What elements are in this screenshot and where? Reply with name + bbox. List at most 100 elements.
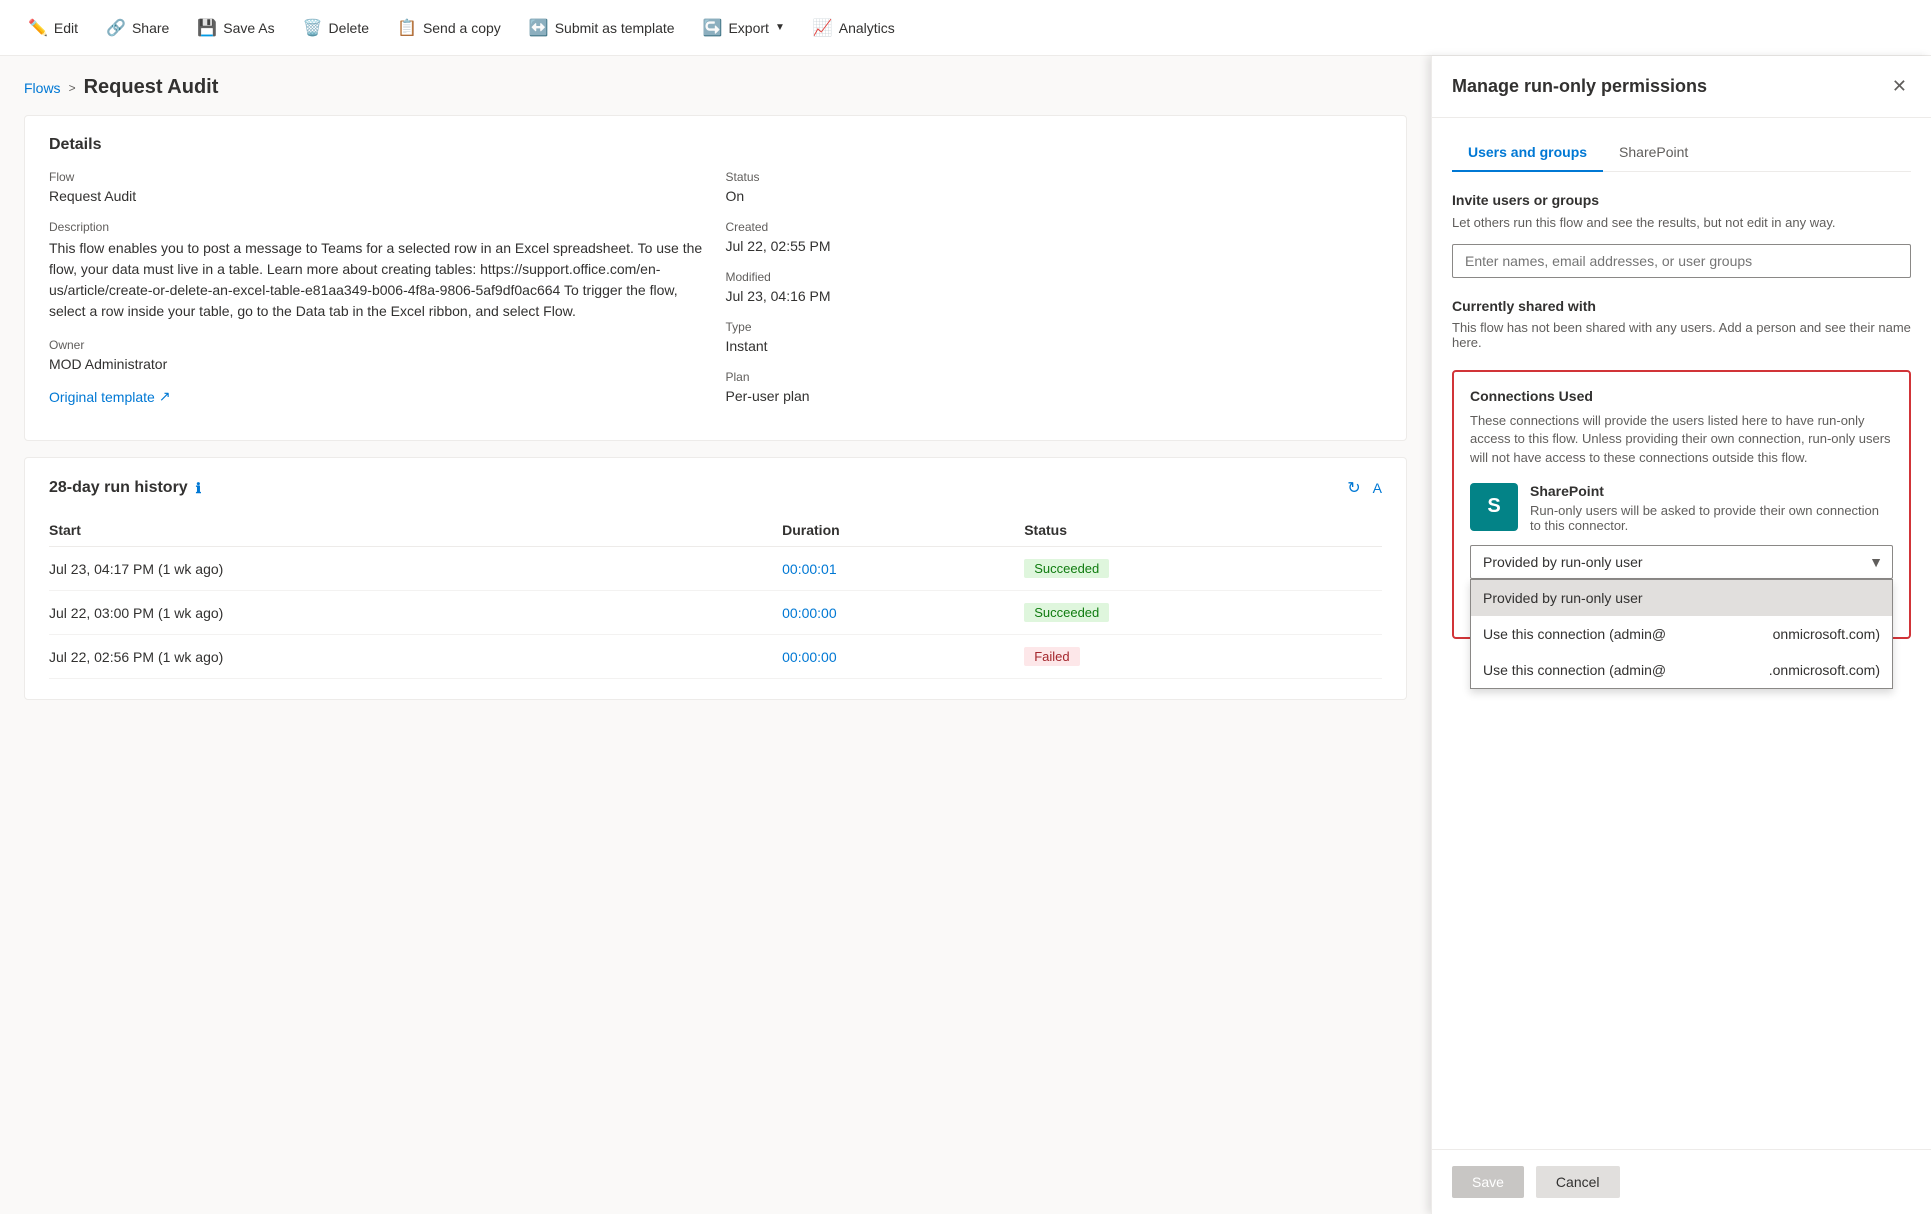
dropdown-option-admin1-right: onmicrosoft.com) xyxy=(1773,626,1880,642)
run-start: Jul 23, 04:17 PM (1 wk ago) xyxy=(49,547,782,591)
currently-shared-desc: This flow has not been shared with any u… xyxy=(1452,320,1911,350)
original-template-section: Original template ↗ xyxy=(49,388,706,405)
edit-icon: ✏️ xyxy=(28,18,48,38)
description-field: Description This flow enables you to pos… xyxy=(49,220,706,322)
modified-label: Modified xyxy=(726,270,1383,284)
status-badge: Failed xyxy=(1024,647,1079,666)
analytics-icon: 📈 xyxy=(813,18,833,38)
main-layout: Flows > Request Audit Details Flow Reque… xyxy=(0,56,1931,1214)
run-duration: 00:00:00 xyxy=(782,635,1024,679)
created-value: Jul 22, 02:55 PM xyxy=(726,238,1383,254)
delete-icon: 🗑️ xyxy=(303,18,323,38)
detail-left-col: Flow Request Audit Description This flow… xyxy=(49,170,706,420)
connection-dropdown[interactable]: Provided by run-only user Use this conne… xyxy=(1470,545,1893,579)
owner-value: MOD Administrator xyxy=(49,356,706,372)
run-history-title: 28-day run history ℹ xyxy=(49,479,201,497)
panel-body: Users and groups SharePoint Invite users… xyxy=(1432,118,1931,1149)
description-label: Description xyxy=(49,220,706,234)
edit-button[interactable]: ✏️ Edit xyxy=(16,10,90,46)
connection-info: SharePoint Run-only users will be asked … xyxy=(1530,483,1893,533)
plan-field: Plan Per-user plan xyxy=(726,370,1383,404)
connection-dropdown-wrap: Provided by run-only user Use this conne… xyxy=(1470,545,1893,579)
connection-name: SharePoint xyxy=(1530,483,1893,499)
table-row[interactable]: Jul 22, 03:00 PM (1 wk ago) 00:00:00 Suc… xyxy=(49,591,1382,635)
created-field: Created Jul 22, 02:55 PM xyxy=(726,220,1383,254)
panel-footer: Save Cancel xyxy=(1432,1149,1931,1214)
description-value: This flow enables you to post a message … xyxy=(49,238,706,322)
analytics-button[interactable]: 📈 Analytics xyxy=(801,10,907,46)
col-status: Status xyxy=(1024,514,1382,547)
status-field: Status On xyxy=(726,170,1383,204)
all-runs-label[interactable]: A xyxy=(1373,480,1382,496)
delete-button[interactable]: 🗑️ Delete xyxy=(291,10,381,46)
run-duration: 00:00:01 xyxy=(782,547,1024,591)
plan-label: Plan xyxy=(726,370,1383,384)
detail-right-col: Status On Created Jul 22, 02:55 PM Modif… xyxy=(726,170,1383,420)
invite-section-desc: Let others run this flow and see the res… xyxy=(1452,214,1911,232)
dropdown-option-admin1[interactable]: Use this connection (admin@ onmicrosoft.… xyxy=(1471,616,1892,652)
send-copy-button[interactable]: 📋 Send a copy xyxy=(385,10,513,46)
flow-value: Request Audit xyxy=(49,188,706,204)
table-row[interactable]: Jul 23, 04:17 PM (1 wk ago) 00:00:01 Suc… xyxy=(49,547,1382,591)
run-duration: 00:00:00 xyxy=(782,591,1024,635)
refresh-icon[interactable]: ↻ xyxy=(1347,478,1360,498)
plan-value: Per-user plan xyxy=(726,388,1383,404)
send-copy-icon: 📋 xyxy=(397,18,417,38)
type-value: Instant xyxy=(726,338,1383,354)
dropdown-option-admin2-left: Use this connection (admin@ xyxy=(1483,662,1666,678)
currently-shared-title: Currently shared with xyxy=(1452,298,1911,314)
connections-title: Connections Used xyxy=(1470,388,1893,404)
run-status: Succeeded xyxy=(1024,547,1382,591)
details-grid: Flow Request Audit Description This flow… xyxy=(49,170,1382,420)
panel-title: Manage run-only permissions xyxy=(1452,76,1707,97)
owner-field: Owner MOD Administrator xyxy=(49,338,706,372)
dropdown-option-admin2-right: .onmicrosoft.com) xyxy=(1769,662,1880,678)
page-title: Request Audit xyxy=(84,76,219,99)
breadcrumb: Flows > Request Audit xyxy=(24,76,1407,99)
sharepoint-icon: S xyxy=(1470,483,1518,531)
invite-section-title: Invite users or groups xyxy=(1452,192,1911,208)
type-label: Type xyxy=(726,320,1383,334)
save-as-icon: 💾 xyxy=(197,18,217,38)
cancel-button[interactable]: Cancel xyxy=(1536,1166,1620,1198)
run-history-actions: ↻ A xyxy=(1347,478,1382,498)
tab-sharepoint[interactable]: SharePoint xyxy=(1603,134,1704,172)
invite-input[interactable] xyxy=(1452,244,1911,278)
save-as-button[interactable]: 💾 Save As xyxy=(185,10,286,46)
right-panel: Manage run-only permissions ✕ Users and … xyxy=(1431,56,1931,1214)
connections-desc: These connections will provide the users… xyxy=(1470,412,1893,467)
external-link-icon: ↗ xyxy=(159,388,171,405)
breadcrumb-flows-link[interactable]: Flows xyxy=(24,80,61,96)
share-button[interactable]: 🔗 Share xyxy=(94,10,181,46)
info-icon[interactable]: ℹ xyxy=(196,480,201,497)
flow-label: Flow xyxy=(49,170,706,184)
connection-desc: Run-only users will be asked to provide … xyxy=(1530,503,1893,533)
type-field: Type Instant xyxy=(726,320,1383,354)
details-card-title: Details xyxy=(49,136,1382,154)
submit-template-icon: ↔️ xyxy=(529,18,549,38)
dropdown-option-admin2[interactable]: Use this connection (admin@ .onmicrosoft… xyxy=(1471,652,1892,688)
run-start: Jul 22, 03:00 PM (1 wk ago) xyxy=(49,591,782,635)
save-button[interactable]: Save xyxy=(1452,1166,1524,1198)
tab-users-groups[interactable]: Users and groups xyxy=(1452,134,1603,172)
breadcrumb-separator: > xyxy=(69,81,76,95)
original-template-link[interactable]: Original template ↗ xyxy=(49,388,706,405)
col-start: Start xyxy=(49,514,782,547)
toolbar: ✏️ Edit 🔗 Share 💾 Save As 🗑️ Delete 📋 Se… xyxy=(0,0,1931,56)
panel-header: Manage run-only permissions ✕ xyxy=(1432,56,1931,118)
close-button[interactable]: ✕ xyxy=(1888,72,1911,101)
status-label: Status xyxy=(726,170,1383,184)
flow-field: Flow Request Audit xyxy=(49,170,706,204)
run-history-table: Start Duration Status Jul 23, 04:17 PM (… xyxy=(49,514,1382,679)
connections-used-box: Connections Used These connections will … xyxy=(1452,370,1911,639)
col-duration: Duration xyxy=(782,514,1024,547)
export-button[interactable]: ↪️ Export ▼ xyxy=(691,10,797,46)
run-start: Jul 22, 02:56 PM (1 wk ago) xyxy=(49,635,782,679)
table-row[interactable]: Jul 22, 02:56 PM (1 wk ago) 00:00:00 Fai… xyxy=(49,635,1382,679)
status-badge: Succeeded xyxy=(1024,559,1109,578)
left-panel: Flows > Request Audit Details Flow Reque… xyxy=(0,56,1431,1214)
submit-template-button[interactable]: ↔️ Submit as template xyxy=(517,10,687,46)
run-status: Failed xyxy=(1024,635,1382,679)
dropdown-option-run-only[interactable]: Provided by run-only user xyxy=(1471,580,1892,616)
run-history-header: 28-day run history ℹ ↻ A xyxy=(49,478,1382,498)
